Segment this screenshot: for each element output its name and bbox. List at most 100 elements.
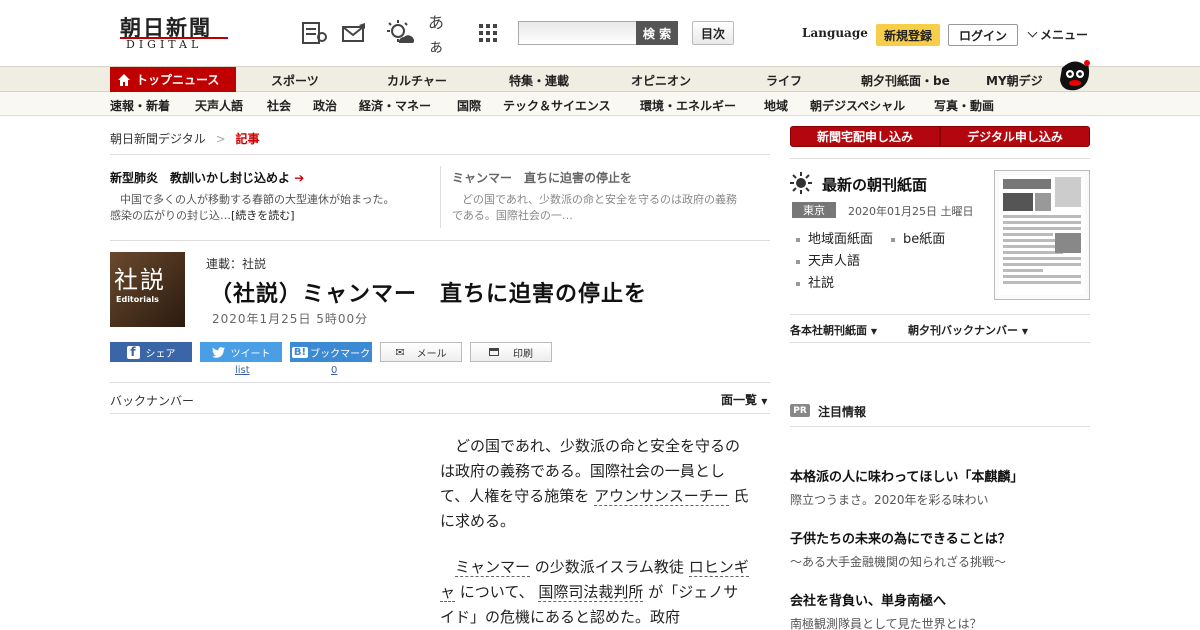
menu-label: メニュー	[1040, 28, 1089, 42]
search-input[interactable]	[518, 21, 636, 45]
keyword-link[interactable]: ミャンマー	[455, 558, 531, 577]
pr-item-subtitle: 南極観測隊員として見た世界とは？	[790, 617, 982, 630]
language-link[interactable]: Language	[802, 26, 868, 40]
home-icon	[118, 73, 130, 86]
divider	[790, 158, 1090, 159]
newspaper-thumbnail[interactable]	[994, 170, 1090, 300]
twitter-list-link[interactable]: list	[235, 365, 250, 376]
caret-down-icon: ▼	[870, 327, 877, 336]
pr-section-title: 注目情報	[818, 405, 867, 419]
paper-link[interactable]: 社説	[796, 272, 834, 291]
paper-link[interactable]: 地域面紙面	[796, 228, 873, 247]
nav2-item-tech-science[interactable]: テック＆サイエンス	[503, 97, 611, 114]
print-button[interactable]: 印刷	[470, 342, 552, 362]
weather-sun-icon[interactable]	[385, 18, 415, 48]
nav2-item-economy[interactable]: 経済・マネー	[359, 97, 431, 114]
breadcrumb-home[interactable]: 朝日新聞デジタル	[110, 132, 206, 146]
menu-button[interactable]: メニュー	[1027, 26, 1088, 43]
article-paragraph: どの国であれ、少数派の命と安全を守るのは政府の義務である。国際社会の一員として、…	[440, 434, 752, 534]
search-button[interactable]: 検 索	[636, 21, 678, 45]
register-button[interactable]: 新規登録	[876, 24, 940, 46]
pick-item[interactable]: 新型肺炎 教訓いかし封じ込めよ ➔ 中国で多くの人が移動する春節の大型連休が始ま…	[110, 169, 430, 224]
nav2-item-society[interactable]: 社会	[267, 97, 291, 114]
facebook-share-button[interactable]: f シェア	[110, 342, 192, 362]
facebook-share-label: シェア	[145, 348, 176, 360]
divider	[790, 314, 1090, 315]
font-size-icon[interactable]: あぁ	[428, 13, 458, 56]
article-date: 2020年1月25日 5時00分	[212, 312, 369, 326]
mail-icon[interactable]	[340, 18, 370, 48]
nav2-item-regional[interactable]: 地域	[764, 97, 788, 114]
newspaper-icon[interactable]	[299, 18, 329, 48]
nav-item-print-edition[interactable]: 朝夕刊紙面・be	[861, 72, 950, 89]
series-label[interactable]: 連載：社説	[206, 255, 266, 272]
caret-down-icon: ▼	[1021, 327, 1028, 336]
pick-summary-cont: である。国際社会の一…	[452, 209, 573, 222]
nav2-item-special[interactable]: 朝デジスペシャル	[810, 97, 905, 114]
keyword-link[interactable]: 国際司法裁判所	[538, 583, 644, 602]
pick-summary-text: 感染の広がりの封じ込…	[110, 209, 231, 222]
hatena-bookmark-button[interactable]: B! ブックマーク	[290, 342, 372, 362]
nav-item-features[interactable]: 特集・連載	[509, 72, 569, 89]
nav-item-culture[interactable]: カルチャー	[387, 72, 447, 89]
grid-menu-icon[interactable]	[473, 18, 503, 48]
delivery-subscribe-button[interactable]: 新聞宅配申し込み	[790, 126, 940, 147]
divider	[110, 413, 770, 414]
paper-link-label: 社説	[808, 276, 835, 291]
nav2-item-politics[interactable]: 政治	[313, 97, 337, 114]
pick-title: 新型肺炎 教訓いかし封じ込めよ ➔	[110, 169, 430, 186]
arrow-right-icon: ➔	[294, 171, 305, 185]
nav-item-life[interactable]: ライフ	[766, 72, 802, 89]
chevron-down-icon	[1027, 27, 1038, 38]
nav2-item-breaking[interactable]: 速報・新着	[110, 97, 170, 114]
paper-link[interactable]: be紙面	[891, 228, 945, 247]
nav-top-news[interactable]: トップニュース	[110, 67, 236, 92]
twitter-share-button[interactable]: ツイート	[200, 342, 282, 362]
mail-share-button[interactable]: ✉ メール	[380, 342, 462, 362]
nav-item-opinion[interactable]: オピニオン	[631, 72, 691, 89]
pr-item[interactable]: 本格派の人に味わってほしい「本麒麟」 際立つうまさ。2020年を彩る味わい	[790, 466, 1090, 508]
login-button[interactable]: ログイン	[948, 24, 1018, 46]
backnumber-dropdown[interactable]: 朝夕刊バックナンバー ▼	[908, 322, 1028, 338]
breadcrumb-current: 記事	[235, 132, 260, 146]
paper-link-label: 地域面紙面	[808, 232, 874, 247]
pr-item[interactable]: 子供たちの未来の為にできることは？ ～ある大手金融機関の知られざる挑戦～	[790, 528, 1090, 570]
bullet-icon	[796, 237, 800, 242]
paper-link[interactable]: 天声人語	[796, 250, 860, 269]
toc-button[interactable]: 目次	[692, 21, 734, 45]
pick-title: ミャンマー 直ちに迫害の停止を	[452, 171, 633, 185]
keyword-link[interactable]: アウンサンスーチー	[594, 487, 729, 506]
print-label: 印刷	[513, 348, 533, 360]
pr-item-title: 子供たちの未来の為にできることは？	[790, 532, 1011, 547]
paper-link-label: be紙面	[903, 232, 946, 247]
backnumber-link[interactable]: バックナンバー	[110, 392, 194, 409]
pr-item[interactable]: 会社を背負い、単身南極へ 南極観測隊員として見た世界とは？	[790, 590, 1090, 630]
nav2-item-environment[interactable]: 環境・エネルギー	[640, 97, 736, 114]
dropdown-label: 各本社朝刊紙面	[790, 324, 867, 337]
hatena-count[interactable]: 0	[331, 365, 337, 376]
sun-icon	[790, 172, 812, 198]
hatena-icon: B!	[291, 346, 309, 358]
divider	[110, 382, 770, 383]
nav-item-my-asadigi[interactable]: MY朝デジ	[986, 72, 1043, 89]
twitter-share-label: ツイート	[230, 348, 271, 360]
digital-subscribe-button[interactable]: デジタル申し込み	[940, 126, 1090, 147]
nav2-item-tensei-jingo[interactable]: 天声人語	[195, 97, 243, 114]
pr-item-subtitle: 際立つうまさ。2020年を彩る味わい	[790, 493, 989, 507]
mascot-icon[interactable]	[1056, 58, 1092, 92]
nav2-item-photo-video[interactable]: 写真・動画	[934, 97, 994, 114]
nav-item-sports[interactable]: スポーツ	[271, 72, 319, 89]
bullet-icon	[796, 259, 800, 264]
bullet-icon	[796, 281, 800, 286]
primary-nav: トップニュース スポーツ カルチャー 特集・連載 オピニオン ライフ 朝夕刊紙面…	[0, 66, 1200, 92]
site-logo-subtitle: DIGITAL	[126, 38, 203, 51]
pick-summary-cont: 感染の広がりの封じ込…[続きを読む]	[110, 208, 430, 224]
pick-summary: どの国であれ、少数派の命と安全を守るのは政府の義務	[462, 193, 737, 206]
pr-item-subtitle: ～ある大手金融機関の知られざる挑戦～	[790, 555, 1007, 569]
nav2-item-international[interactable]: 国際	[457, 97, 481, 114]
page-list-dropdown[interactable]: 面一覧 ▼	[721, 391, 767, 408]
envelope-icon: ✉	[395, 345, 405, 359]
regional-paper-dropdown[interactable]: 各本社朝刊紙面 ▼	[790, 322, 877, 338]
pick-item-current[interactable]: ミャンマー 直ちに迫害の停止を どの国であれ、少数派の命と安全を守るのは政府の義…	[452, 169, 772, 224]
read-more-link[interactable]: [続きを読む]	[231, 209, 295, 222]
